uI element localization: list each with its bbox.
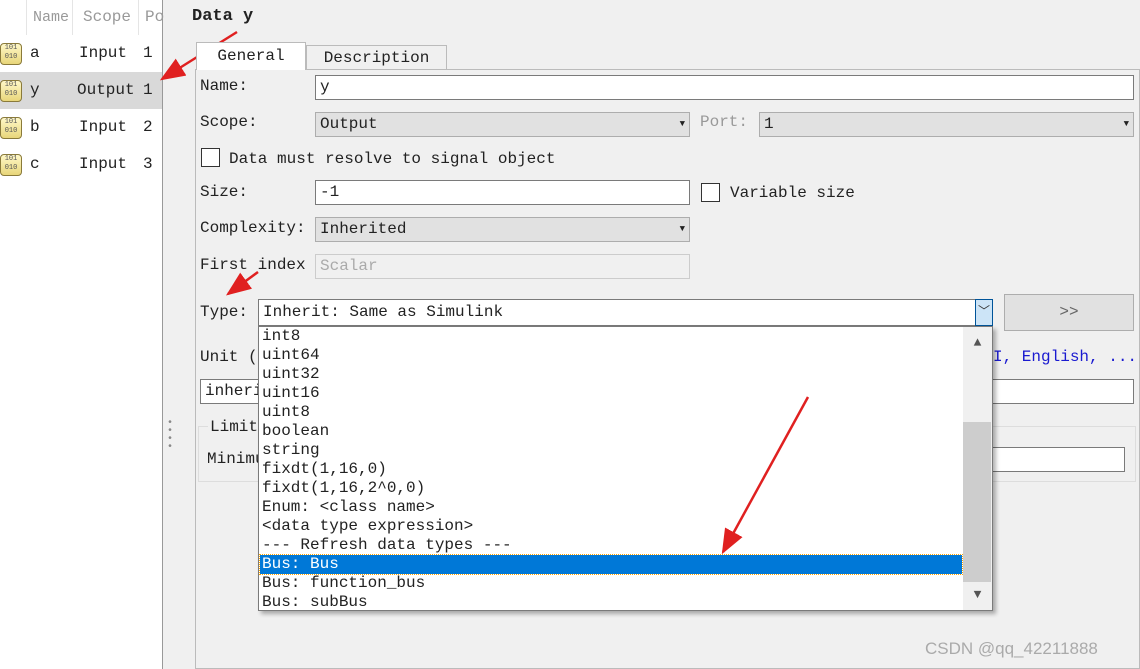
annotation-arrow [721,396,810,555]
tab-general[interactable]: General [196,42,306,70]
watermark: CSDN @qq_42211888 [925,639,1098,658]
annotation-arrows [159,30,810,555]
annotation-arrow [225,270,259,296]
